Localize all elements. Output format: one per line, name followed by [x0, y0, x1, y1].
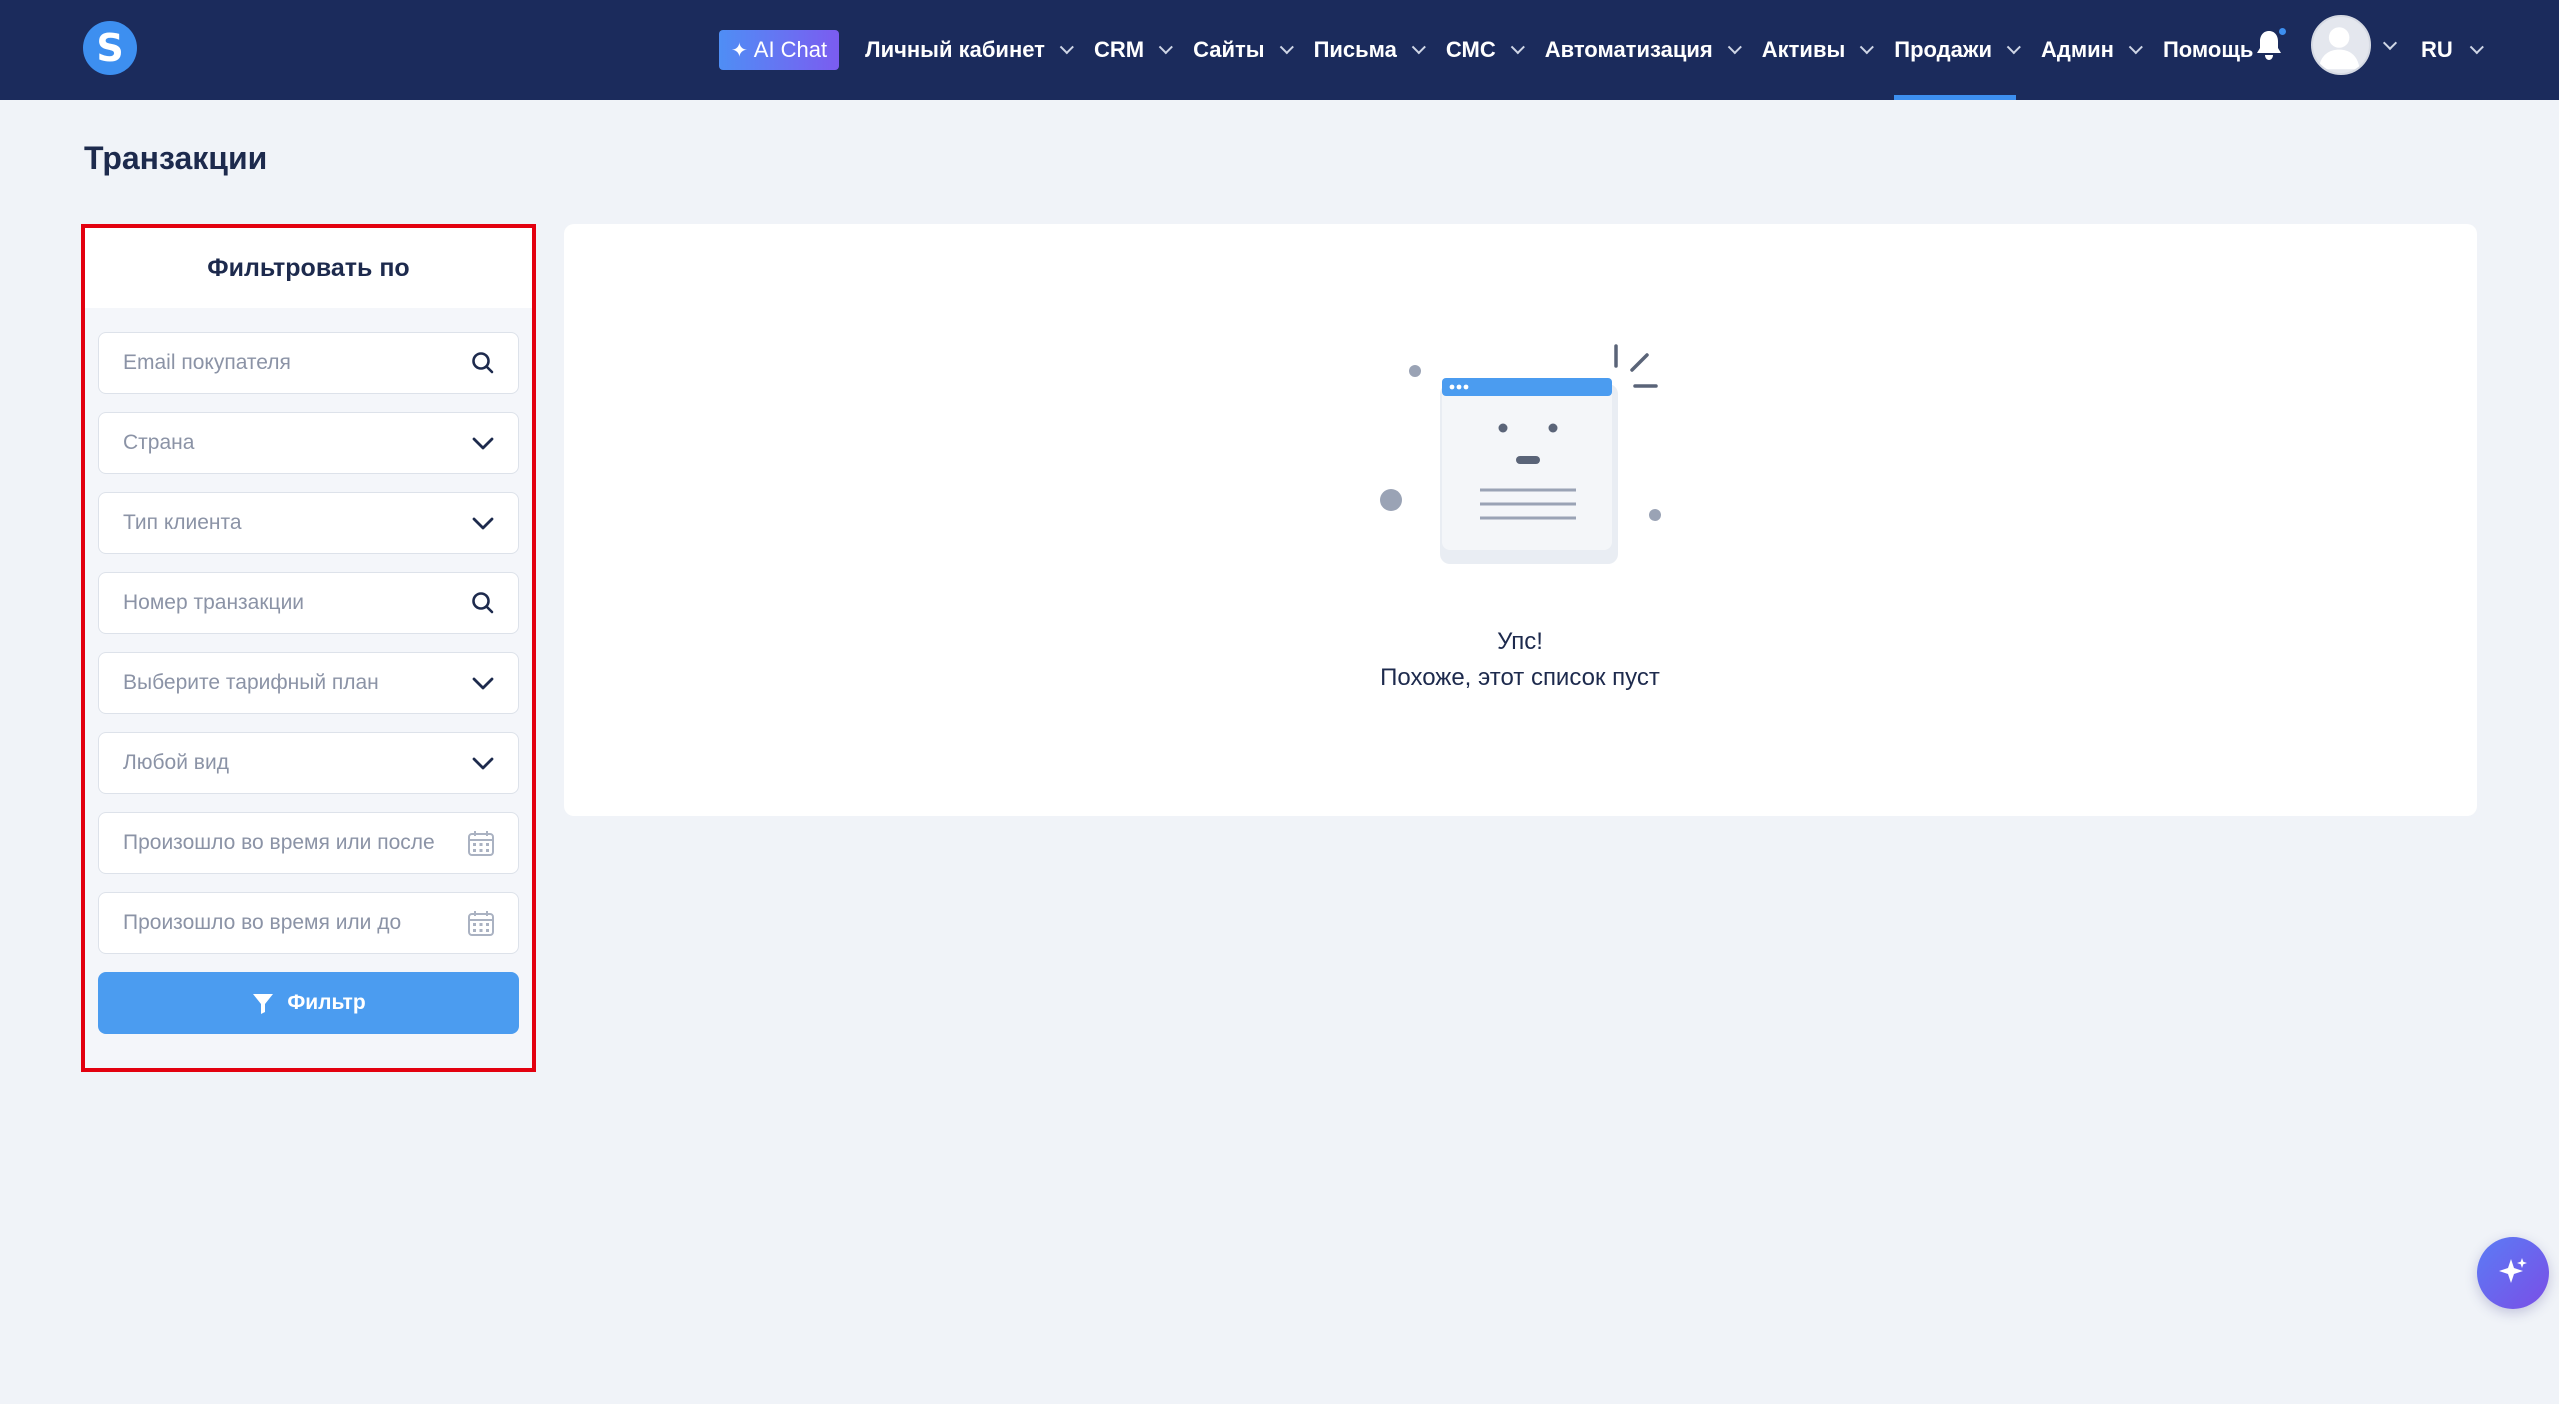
chevron-down-icon	[1059, 40, 1074, 55]
nav-label: CRM	[1093, 37, 1145, 62]
nav-label: Помощь	[2162, 37, 2254, 62]
chevron-down-icon	[472, 517, 494, 530]
nav-label: Письма	[1313, 37, 1397, 62]
empty-state-title: Упс!	[1497, 628, 1543, 655]
field-placeholder: Номер транзакции	[123, 591, 305, 614]
app-logo[interactable]: S	[83, 21, 137, 75]
buyer-email-input[interactable]: Email покупателя	[98, 332, 519, 394]
nav-label: Личный кабинет	[865, 37, 1045, 62]
language-selector[interactable]: RU	[2421, 0, 2484, 100]
notification-badge	[2277, 26, 2288, 37]
search-icon[interactable]	[470, 590, 496, 616]
chevron-down-icon	[2006, 40, 2021, 55]
field-placeholder: Тип клиента	[123, 511, 242, 534]
nav-item-help[interactable]: Помощь	[2163, 0, 2253, 100]
nav-item-sites[interactable]: Сайты	[1193, 0, 1294, 100]
chevron-down-icon	[2128, 40, 2143, 55]
nav-label: СМС	[1445, 37, 1496, 62]
ai-chat-button[interactable]: ✦ AI Chat	[719, 30, 840, 70]
empty-list-illustration	[1380, 344, 1661, 564]
logo-letter: S	[96, 26, 124, 70]
chevron-down-icon	[1510, 40, 1525, 55]
search-icon[interactable]	[470, 350, 496, 376]
date-after-input[interactable]: Произошло во время или после	[98, 812, 519, 874]
chevron-down-icon	[2469, 40, 2484, 55]
main-nav: ✦ AI Chat Личный кабинет CRM Сайты Письм…	[719, 0, 2278, 100]
nav-label: Активы	[1761, 37, 1846, 62]
kind-select[interactable]: Любой вид	[98, 732, 519, 794]
nav-label: Сайты	[1193, 37, 1265, 62]
filter-button[interactable]: Фильтр	[98, 972, 519, 1034]
chevron-down-icon	[1411, 40, 1426, 55]
calendar-icon[interactable]	[466, 828, 496, 858]
chevron-down-icon[interactable]	[2382, 35, 2398, 51]
chevron-down-icon	[472, 757, 494, 770]
field-placeholder: Email покупателя	[123, 351, 291, 374]
nav-item-admin[interactable]: Админ	[2041, 0, 2143, 100]
language-label: RU	[2421, 37, 2453, 62]
chevron-down-icon	[472, 437, 494, 450]
nav-item-personal-account[interactable]: Личный кабинет	[865, 0, 1074, 100]
nav-label: Продажи	[1894, 37, 1992, 62]
chevron-down-icon	[1727, 40, 1742, 55]
country-select[interactable]: Страна	[98, 412, 519, 474]
avatar[interactable]	[2311, 15, 2371, 75]
sparkle-icon: ✦	[731, 39, 748, 62]
chevron-down-icon	[1860, 40, 1875, 55]
filter-title: Фильтровать по	[85, 228, 532, 308]
sparkle-icon	[2499, 1258, 2527, 1283]
transaction-number-input[interactable]: Номер транзакции	[98, 572, 519, 634]
nav-item-automation[interactable]: Автоматизация	[1544, 0, 1742, 100]
client-type-select[interactable]: Тип клиента	[98, 492, 519, 554]
top-navigation-bar: S ✦ AI Chat Личный кабинет CRM Сайты Пис…	[0, 0, 2559, 100]
ai-assistant-button[interactable]	[2477, 1237, 2549, 1309]
field-placeholder: Произошло во время или до	[123, 911, 402, 934]
page-title: Транзакции	[84, 140, 268, 176]
field-placeholder: Любой вид	[123, 751, 229, 774]
nav-item-sms[interactable]: СМС	[1445, 0, 1525, 100]
nav-item-sales[interactable]: Продажи	[1894, 0, 2021, 100]
ai-chat-label: AI Chat	[753, 37, 828, 62]
empty-state-subtitle: Похоже, этот список пуст	[1380, 664, 1660, 691]
nav-item-crm[interactable]: CRM	[1093, 0, 1173, 100]
nav-item-emails[interactable]: Письма	[1313, 0, 1426, 100]
filter-button-label: Фильтр	[287, 991, 366, 1014]
funnel-icon	[253, 994, 274, 1014]
date-before-input[interactable]: Произошло во время или до	[98, 892, 519, 954]
field-placeholder: Страна	[123, 431, 195, 454]
nav-item-assets[interactable]: Активы	[1761, 0, 1875, 100]
field-placeholder: Произошло во время или после	[123, 831, 435, 854]
user-icon	[2318, 27, 2360, 70]
chevron-down-icon	[1279, 40, 1294, 55]
nav-label: Автоматизация	[1544, 37, 1713, 62]
chevron-down-icon	[1158, 40, 1173, 55]
nav-label: Админ	[2041, 37, 2114, 62]
calendar-icon[interactable]	[466, 908, 496, 938]
